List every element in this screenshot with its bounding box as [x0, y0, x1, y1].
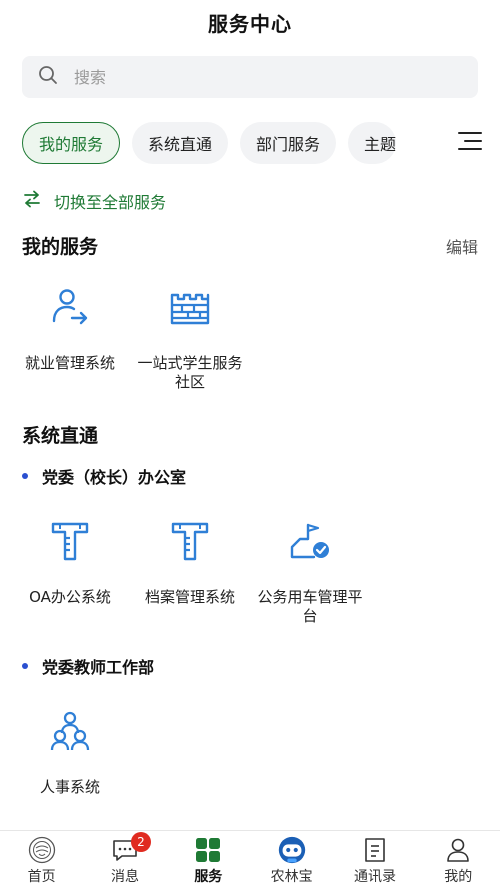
tabbar-label: 农林宝 [270, 869, 313, 885]
message-icon: 2 [109, 832, 151, 864]
service-employment[interactable]: 就业管理系统 [10, 284, 130, 373]
flag-check-icon [287, 518, 333, 564]
grid-icon [192, 836, 224, 864]
tab-theme[interactable]: 主题 [348, 122, 397, 164]
group-name: 党委（校长）办公室 [42, 468, 187, 487]
bullet-dot [22, 473, 28, 479]
search-input[interactable] [74, 67, 434, 87]
tabbar-messages[interactable]: 2 消息 [83, 831, 166, 888]
tabbar-label: 我的 [444, 869, 473, 885]
service-label: OA办公系统 [29, 588, 111, 606]
menu-lines-icon [457, 130, 483, 156]
service-official-car[interactable]: 公务用车管理平台 [250, 518, 370, 626]
group-name: 党委教师工作部 [42, 658, 155, 677]
service-student-community[interactable]: 一站式学生服务社区 [130, 284, 250, 392]
switch-all-label: 切换至全部服务 [54, 193, 167, 212]
service-label: 就业管理系统 [24, 354, 115, 372]
search-bar[interactable] [22, 56, 478, 98]
tabbar-label: 消息 [110, 869, 139, 885]
robot-icon [276, 836, 308, 864]
tab-menu-button[interactable] [440, 128, 500, 158]
service-archive[interactable]: 档案管理系统 [130, 518, 250, 607]
castle-wall-icon [167, 284, 213, 330]
service-label: 档案管理系统 [144, 588, 235, 606]
user-arrow-icon [47, 284, 93, 330]
tabbar-nonglinbao[interactable]: 农林宝 [250, 831, 333, 888]
page-title: 服务中心 [208, 11, 292, 36]
tabbar-services[interactable]: 服务 [167, 831, 250, 888]
school-logo-icon [26, 836, 58, 864]
people-group-icon [47, 708, 93, 754]
tabbar-home[interactable]: 首页 [0, 831, 83, 888]
tabbar-me[interactable]: 我的 [417, 831, 500, 888]
service-tabs: 我的服务 系统直通 部门服务 主题 [22, 122, 440, 164]
tabbar-label: 通讯录 [353, 869, 396, 885]
tab-my-services[interactable]: 我的服务 [22, 122, 121, 164]
switch-all-services[interactable]: 切换至全部服务 [22, 188, 166, 214]
swap-arrows-icon [22, 189, 54, 213]
tab-department-services[interactable]: 部门服务 [240, 122, 337, 164]
service-label: 一站式学生服务社区 [137, 354, 243, 391]
tabbar-label: 首页 [27, 869, 56, 885]
page-header: 服务中心 [0, 0, 500, 44]
search-icon [38, 65, 58, 89]
tab-system-direct[interactable]: 系统直通 [132, 122, 229, 164]
group-party-office: 党委（校长）办公室 [22, 464, 186, 488]
message-badge: 2 [130, 832, 151, 852]
service-hr[interactable]: 人事系统 [10, 708, 130, 797]
person-icon [442, 836, 474, 864]
tabbar-label: 服务 [194, 869, 223, 885]
service-oa[interactable]: OA办公系统 [10, 518, 130, 607]
my-services-title: 我的服务 [22, 236, 99, 258]
contacts-icon [359, 836, 391, 864]
ruler-t-icon [167, 518, 213, 564]
edit-button[interactable]: 编辑 [446, 234, 478, 258]
service-label: 人事系统 [39, 778, 100, 796]
tabbar-contacts[interactable]: 通讯录 [333, 831, 416, 888]
service-label: 公务用车管理平台 [257, 588, 363, 625]
bottom-tab-bar: 首页 2 消息 服务 农林宝 通讯录 我的 [0, 830, 500, 888]
ruler-t-icon [47, 518, 93, 564]
group-teacher-dept: 党委教师工作部 [22, 654, 154, 678]
system-direct-title: 系统直通 [22, 425, 99, 447]
bullet-dot [22, 663, 28, 669]
